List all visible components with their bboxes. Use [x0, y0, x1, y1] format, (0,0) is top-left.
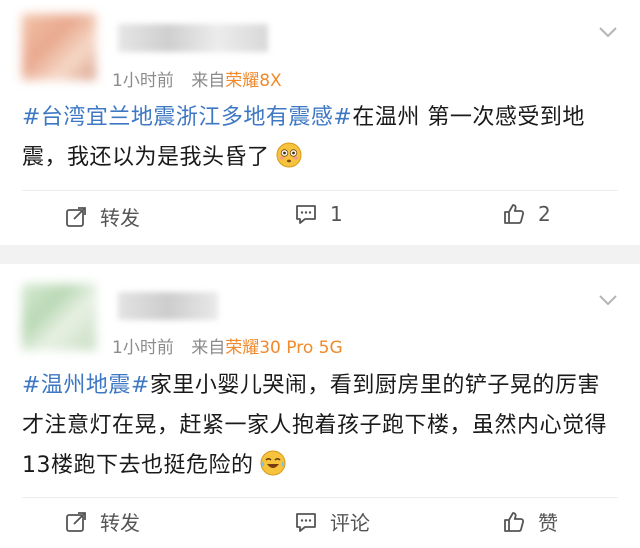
divider	[22, 497, 618, 498]
device-name[interactable]: 荣耀8X	[225, 71, 281, 91]
post-text: #温州地震#家里小婴儿哭闹，看到厨房里的铲子晃的厉害才注意灯在晃，赶紧一家人抱着…	[22, 366, 622, 486]
divider	[22, 190, 618, 191]
weibo-post-1: 1小时前 来自荣耀8X #台湾宜兰地震浙江多地有震感#在温州 第一次感受到地震，…	[0, 0, 640, 245]
repost-label: 转发	[100, 511, 140, 535]
like-count: 2	[538, 202, 551, 226]
post-time: 1小时前	[112, 71, 174, 91]
post-separator	[0, 245, 640, 264]
hashtag-link[interactable]: #温州地震#	[22, 373, 150, 398]
repost-label: 转发	[100, 206, 140, 230]
thumbs-up-icon	[504, 204, 525, 224]
source-prefix: 来自	[191, 338, 226, 358]
comment-icon	[296, 512, 316, 532]
post-text: #台湾宜兰地震浙江多地有震感#在温州 第一次感受到地震，我还以为是我头昏了	[22, 98, 622, 178]
comment-count: 1	[330, 202, 343, 226]
comment-button[interactable]: 评论	[294, 507, 370, 536]
tears-of-joy-icon	[260, 450, 286, 476]
comment-icon	[296, 205, 316, 224]
repost-button[interactable]: 转发	[64, 202, 140, 231]
post-meta: 1小时前 来自荣耀30 Pro 5G	[112, 333, 343, 358]
post-meta: 1小时前 来自荣耀8X	[112, 66, 282, 91]
repost-button[interactable]: 转发	[64, 507, 140, 536]
device-name[interactable]: 荣耀30 Pro 5G	[225, 338, 342, 358]
hashtag-link[interactable]: #台湾宜兰地震浙江多地有震感#	[22, 105, 352, 130]
username-blurred[interactable]	[118, 24, 268, 52]
share-icon	[66, 511, 86, 532]
like-button[interactable]: 赞	[502, 507, 558, 536]
weibo-post-2: 1小时前 来自荣耀30 Pro 5G #温州地震#家里小婴儿哭闹，看到厨房里的铲…	[0, 264, 640, 548]
like-label: 赞	[538, 511, 558, 535]
avatar[interactable]	[22, 284, 96, 350]
avatar[interactable]	[22, 14, 96, 80]
comment-label: 评论	[330, 511, 370, 535]
chevron-down-icon[interactable]	[598, 294, 618, 306]
thumbs-up-icon	[504, 511, 525, 532]
post-time: 1小时前	[112, 338, 174, 358]
share-icon	[66, 206, 86, 227]
source-prefix: 来自	[191, 71, 226, 91]
username-blurred[interactable]	[118, 292, 218, 320]
like-button[interactable]: 2	[502, 202, 551, 226]
chevron-down-icon[interactable]	[598, 26, 618, 38]
comment-button[interactable]: 1	[294, 202, 343, 226]
flushed-face-icon	[276, 142, 302, 168]
